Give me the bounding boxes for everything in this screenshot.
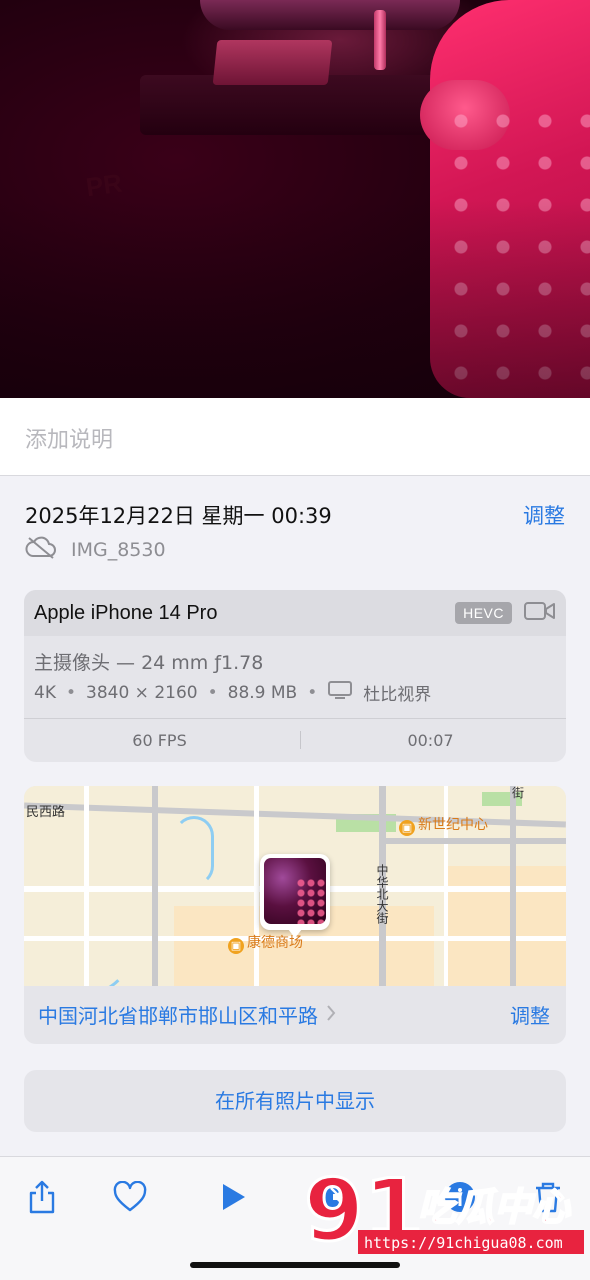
monitor-icon	[327, 680, 353, 705]
map-road	[384, 838, 566, 844]
lens-info: 主摄像头 — 24 mm ƒ1.78	[34, 652, 264, 674]
device-header: Apple iPhone 14 Pro HEVC	[24, 590, 566, 636]
adjust-location-button[interactable]: 调整	[510, 1000, 550, 1029]
separator-dot: •	[65, 682, 76, 703]
device-model: Apple iPhone 14 Pro	[34, 601, 218, 624]
frame-rate: 60 FPS	[132, 731, 187, 750]
watermark: 91 吃瓜中心 https://91chigua08.com	[300, 1148, 590, 1268]
map-block	[444, 866, 566, 986]
building-icon: ▣	[228, 938, 244, 954]
home-indicator[interactable]	[190, 1262, 400, 1268]
watermark-url: https://91chigua08.com	[364, 1234, 563, 1252]
map-road	[152, 786, 158, 986]
map-label-road: 民西路	[26, 805, 66, 820]
show-in-all-photos-button[interactable]: 在所有照片中显示	[24, 1070, 566, 1132]
adjust-date-button[interactable]: 调整	[523, 500, 565, 530]
address-text: 中国河北省邯郸市邯山区和平路	[38, 1004, 318, 1028]
photo-preview[interactable]: PR	[0, 0, 590, 398]
video-stats: 60 FPS 00:07	[24, 719, 566, 762]
stats-separator	[300, 731, 301, 749]
device-info-card: Apple iPhone 14 Pro HEVC 主摄像头 — 24 mm ƒ1…	[24, 590, 566, 762]
map-label-street-right: 街	[512, 786, 525, 800]
poi-label: 新世纪中心	[418, 817, 488, 833]
location-address[interactable]: 中国河北省邯郸市邯山区和平路	[38, 1000, 336, 1029]
video-specs: 4K • 3840 × 2160 • 88.9 MB • 杜比视界	[34, 680, 431, 705]
spec-size: 88.9 MB	[227, 682, 298, 703]
caption-field[interactable]: 添加说明	[0, 398, 590, 476]
separator-dot: •	[207, 682, 218, 703]
map-road	[254, 786, 259, 986]
photo-location-pin[interactable]	[260, 854, 330, 938]
spec-resolution-class: 4K	[34, 682, 56, 703]
caption-placeholder: 添加说明	[25, 428, 114, 453]
pin-tail	[288, 929, 302, 938]
separator-dot: •	[307, 682, 318, 703]
cloud-off-icon	[25, 536, 57, 564]
codec-badge: HEVC	[455, 602, 512, 624]
spec-dimensions: 3840 × 2160	[86, 682, 198, 703]
video-duration: 00:07	[407, 731, 454, 750]
map-road	[510, 786, 516, 986]
watermark-text: 吃瓜中心	[418, 1185, 571, 1229]
file-row: IMG_8530	[25, 536, 166, 564]
map-poi-center[interactable]: ▣ 新世纪中心	[399, 814, 488, 836]
file-name: IMG_8530	[71, 539, 166, 561]
location-map[interactable]: 民西路 ▣ 新世纪中心 ▣ 康德商场 中华北大街 街	[24, 786, 566, 986]
spec-hdr: 杜比视界	[363, 685, 432, 705]
photo-vignette	[0, 0, 590, 398]
share-icon[interactable]	[22, 1177, 62, 1217]
chevron-right-icon	[326, 1003, 336, 1027]
video-camera-icon	[524, 600, 556, 626]
capture-date: 2025年12月22日 星期一 00:39	[25, 504, 332, 528]
building-icon: ▣	[399, 820, 415, 836]
location-card: 民西路 ▣ 新世纪中心 ▣ 康德商场 中华北大街 街 中国河北省邯郸市邯山区和平路 …	[24, 786, 566, 1044]
map-river	[24, 896, 134, 986]
map-river	[174, 816, 214, 886]
play-icon[interactable]	[213, 1177, 253, 1217]
map-label-street: 中华北大街	[375, 864, 389, 924]
pin-thumbnail	[264, 858, 326, 924]
heart-icon[interactable]	[110, 1177, 150, 1217]
